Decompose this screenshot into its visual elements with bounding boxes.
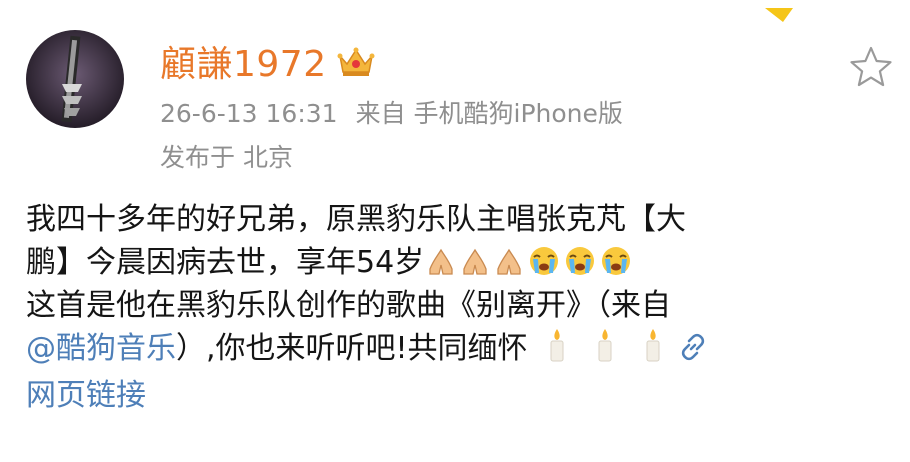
folded-hands-icon	[458, 247, 492, 277]
crown-icon	[337, 47, 375, 76]
crying-face-icon	[526, 245, 562, 277]
crying-face-icon	[562, 245, 598, 277]
post-content: 我四十多年的好兄弟，原黑豹乐队主唱张克芃【大 鹏】今晨因病去世，享年54岁 这首…	[26, 198, 896, 417]
folded-hands-icon	[492, 247, 526, 277]
author-row: 顧謙1972	[160, 35, 375, 87]
candle-icon	[546, 327, 568, 363]
mention-link[interactable]: @酷狗音乐	[26, 331, 176, 366]
author-name[interactable]: 顧謙1972	[160, 35, 327, 87]
crying-face-icon	[598, 245, 634, 277]
link-icon[interactable]	[678, 331, 708, 374]
web-link[interactable]: 网页链接	[26, 378, 146, 413]
folded-hands-icon	[424, 247, 458, 277]
post-location: 发布于 北京	[160, 143, 293, 172]
candle-icon	[594, 327, 616, 363]
post-source[interactable]: 来自 手机酷狗iPhone版	[356, 99, 623, 128]
content-line-4: @酷狗音乐）,你也来听听吧!共同缅怀	[26, 327, 896, 374]
content-line-5: 网页链接	[26, 374, 896, 417]
post-meta: 26-6-13 16:31 来自 手机酷狗iPhone版	[160, 94, 623, 130]
post-time: 26-6-13 16:31	[160, 99, 338, 128]
content-line-1: 我四十多年的好兄弟，原黑豹乐队主唱张克芃【大	[26, 202, 686, 237]
candle-icon	[642, 327, 664, 363]
star-icon[interactable]	[848, 44, 894, 90]
avatar[interactable]	[26, 30, 124, 128]
content-line-2: 鹏】今晨因病去世，享年54岁	[26, 241, 896, 284]
corner-emoji-fragment-icon	[765, 8, 793, 22]
content-line-3: 这首是他在黑豹乐队创作的歌曲《别离开》（来自	[26, 288, 671, 323]
